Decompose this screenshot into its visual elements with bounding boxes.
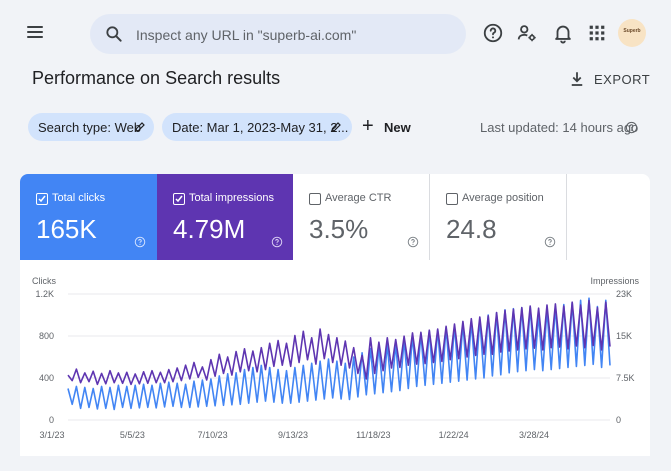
avatar-logo-text: Superb [623, 28, 641, 34]
right-axis-tick: 15K [616, 331, 632, 341]
x-axis-tick: 9/13/23 [278, 430, 308, 440]
x-axis-tick: 11/18/23 [356, 430, 390, 440]
search-icon [106, 26, 122, 42]
left-axis-tick: 400 [39, 373, 54, 383]
checkbox-unchecked-icon[interactable] [309, 193, 321, 205]
x-axis-tick: 1/22/24 [439, 430, 469, 440]
edit-pencil-icon [135, 122, 145, 132]
help-icon[interactable] [134, 236, 146, 248]
help-icon[interactable] [482, 22, 504, 44]
performance-card: Total clicks 165K Total impressions 4.79… [20, 174, 650, 456]
help-icon[interactable] [271, 236, 283, 248]
help-icon[interactable] [544, 236, 556, 248]
help-icon[interactable] [407, 236, 419, 248]
right-axis-tick: 23K [616, 289, 632, 299]
metric-label: Total clicks [52, 192, 106, 204]
chart-tick-labels: 1.2K 23K 800 15K 400 7.5K 0 0 3/1/23 5/5/23 7/10/2… [35, 289, 634, 440]
x-axis-tick: 5/5/23 [120, 430, 145, 440]
metric-average-position[interactable]: Average position 24.8 [430, 174, 566, 260]
account-avatar[interactable]: Superb [618, 19, 646, 47]
new-filter-button[interactable]: + New [360, 113, 430, 141]
metric-value: 4.79M [173, 214, 246, 244]
url-inspection-search[interactable] [90, 14, 466, 54]
export-button[interactable]: EXPORT [568, 64, 650, 94]
right-axis-tick: 7.5K [616, 373, 635, 383]
hamburger-menu-icon[interactable] [24, 22, 46, 42]
metric-label: Total impressions [189, 192, 274, 204]
left-axis-title: Clicks [32, 276, 56, 286]
date-filter-chip[interactable]: Date: Mar 1, 2023-May 31, 2... [162, 113, 352, 141]
series-line-total-impressions [67, 299, 611, 386]
left-axis-tick: 1.2K [35, 289, 54, 299]
metric-total-impressions[interactable]: Total impressions 4.79M [157, 174, 293, 260]
page-title: Performance on Search results [32, 68, 281, 88]
checkbox-checked-icon[interactable] [173, 193, 185, 205]
right-axis-tick: 0 [616, 415, 621, 425]
help-icon[interactable] [625, 121, 638, 134]
checkbox-checked-icon[interactable] [36, 193, 48, 205]
export-label: EXPORT [594, 72, 651, 87]
right-axis-title: Impressions [590, 276, 639, 286]
last-updated-text: Last updated: 14 hours ago [480, 120, 639, 135]
edit-pencil-icon [331, 122, 341, 132]
metric-value: 24.8 [446, 214, 497, 244]
performance-chart[interactable]: Clicks Impressions 1.2K 23K 800 15K 400 7.5K 0… [20, 260, 650, 456]
checkbox-unchecked-icon[interactable] [446, 193, 458, 205]
left-axis-tick: 0 [49, 415, 54, 425]
notifications-bell-icon[interactable] [552, 22, 574, 44]
x-axis-tick: 3/1/23 [39, 430, 64, 440]
metric-label: Average position [462, 192, 544, 204]
new-filter-label: New [384, 120, 411, 135]
metric-divider [566, 174, 567, 260]
top-bar: Superb [0, 0, 671, 64]
date-range-label: Date: Mar 1, 2023-May 31, 2... [172, 120, 349, 135]
x-axis-tick: 3/28/24 [519, 430, 549, 440]
metric-value: 165K [36, 214, 97, 244]
search-type-label: Search type: Web [38, 120, 142, 135]
search-input[interactable] [134, 24, 438, 46]
manage-users-icon[interactable] [516, 22, 538, 44]
apps-grid-icon[interactable] [586, 22, 608, 44]
chart-series [67, 297, 611, 411]
x-axis-tick: 7/10/23 [198, 430, 228, 440]
plus-icon: + [362, 115, 374, 137]
metric-total-clicks[interactable]: Total clicks 165K [20, 174, 157, 260]
download-icon [571, 72, 583, 86]
left-axis-tick: 800 [39, 331, 54, 341]
metric-label: Average CTR [325, 192, 392, 204]
metric-average-ctr[interactable]: Average CTR 3.5% [293, 174, 429, 260]
metric-value: 3.5% [309, 214, 369, 244]
search-type-filter-chip[interactable]: Search type: Web [28, 113, 154, 141]
